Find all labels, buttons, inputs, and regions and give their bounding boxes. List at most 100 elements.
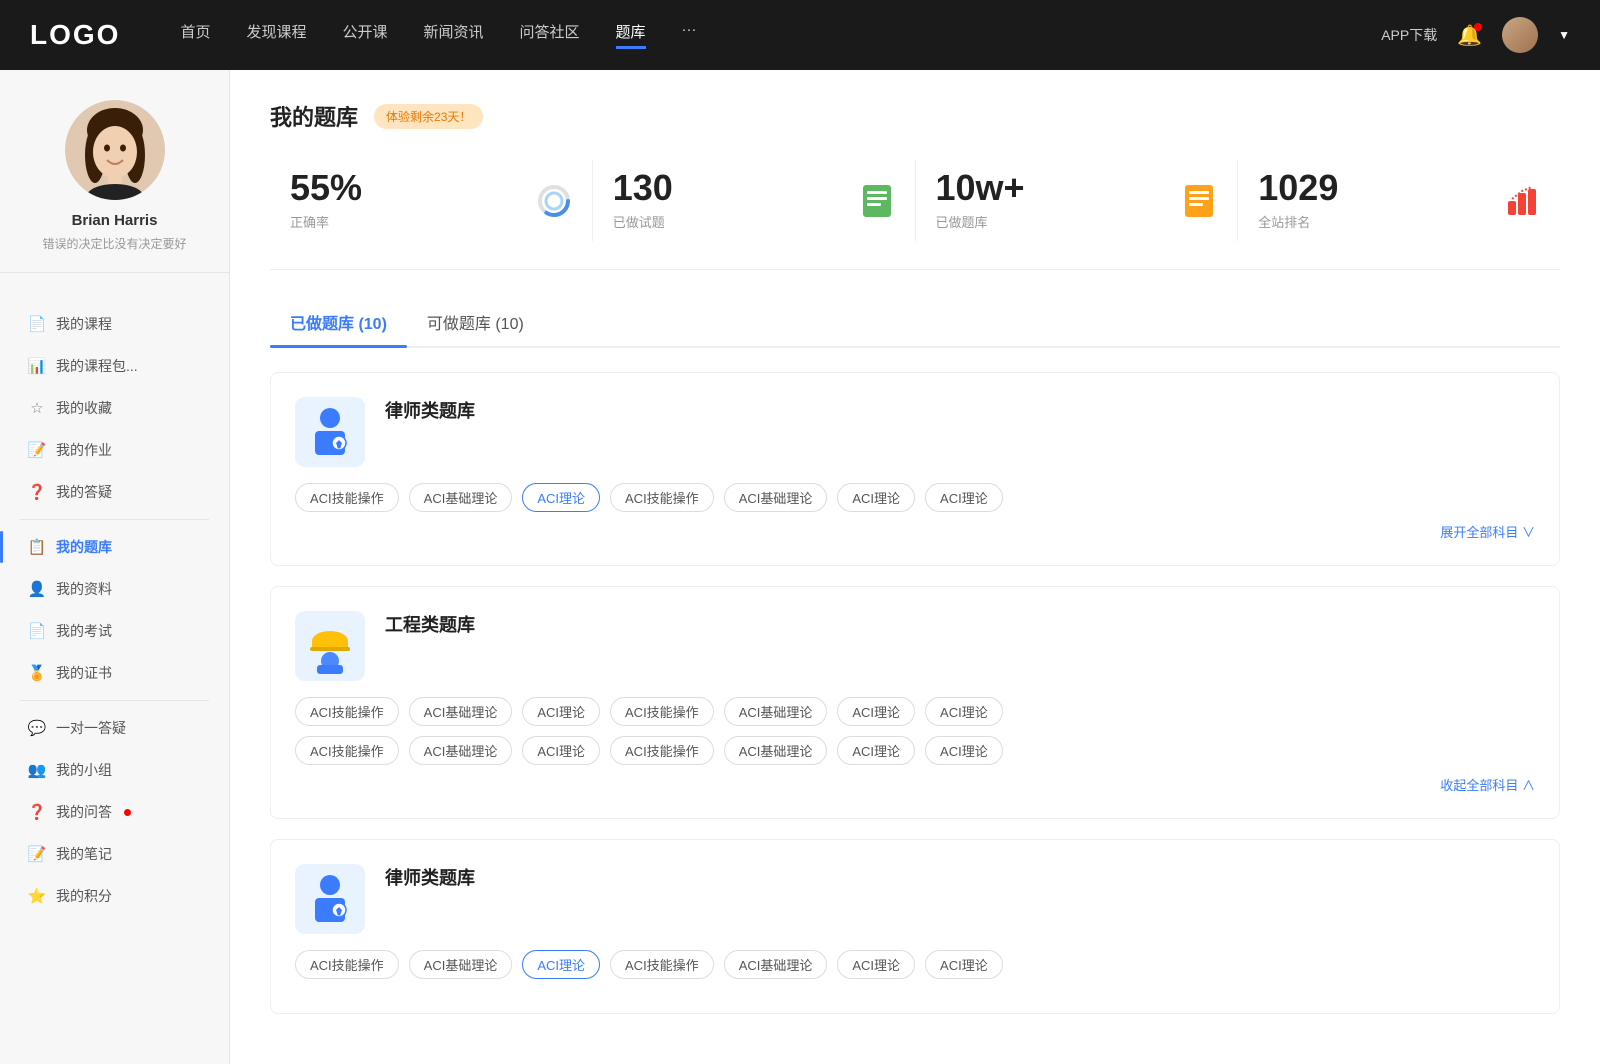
tag-3-3[interactable]: ACI技能操作 (610, 950, 714, 979)
profile-name: Brian Harris (72, 212, 158, 229)
sidebar-item-homework[interactable]: 📝 我的作业 (0, 429, 229, 471)
sidebar-item-exam[interactable]: 📄 我的考试 (0, 610, 229, 652)
tag-3-4[interactable]: ACI基础理论 (724, 950, 828, 979)
tag-1-5[interactable]: ACI理论 (837, 483, 915, 512)
bank-icon-engineer (295, 611, 365, 681)
sidebar-item-1on1[interactable]: 💬 一对一答疑 (0, 707, 229, 749)
tag-2-6[interactable]: ACI理论 (925, 697, 1003, 726)
notification-bell[interactable]: 🔔 (1457, 23, 1482, 48)
nav-home[interactable]: 首页 (180, 21, 210, 49)
app-download-link[interactable]: APP下载 (1381, 25, 1437, 45)
sidebar-item-label: 我的证书 (56, 663, 112, 683)
myqa-icon: ❓ (28, 803, 46, 821)
tag-2-5[interactable]: ACI理论 (837, 697, 915, 726)
group-icon: 👥 (28, 761, 46, 779)
collapse-link-2[interactable]: 收起全部科目 ∧ (295, 775, 1535, 794)
sidebar-item-favorites[interactable]: ☆ 我的收藏 (0, 387, 229, 429)
sidebar-item-questionbank[interactable]: 📋 我的题库 (0, 526, 229, 568)
tag-2b-4[interactable]: ACI基础理论 (724, 736, 828, 765)
tags-row-3: ACI技能操作 ACI基础理论 ACI理论 ACI技能操作 ACI基础理论 AC… (295, 950, 1535, 979)
stat-value: 130 (613, 170, 845, 206)
trial-badge: 体验剩余23天！ (374, 104, 483, 129)
tag-1-2[interactable]: ACI理论 (522, 483, 600, 512)
sidebar-item-label: 我的问答 (56, 802, 112, 822)
tag-2-0[interactable]: ACI技能操作 (295, 697, 399, 726)
sidebar-item-qa[interactable]: ❓ 我的答疑 (0, 471, 229, 513)
bank-card-header-3: 律师类题库 (295, 864, 1535, 934)
points-icon: ⭐ (28, 887, 46, 905)
sidebar-item-certificate[interactable]: 🏅 我的证书 (0, 652, 229, 694)
correct-rate-icon (536, 183, 572, 219)
tag-1-6[interactable]: ACI理论 (925, 483, 1003, 512)
sidebar-item-course[interactable]: 📄 我的课程 (0, 303, 229, 345)
nav-discover[interactable]: 发现课程 (246, 21, 306, 49)
tag-2-1[interactable]: ACI基础理论 (409, 697, 513, 726)
tag-3-6[interactable]: ACI理论 (925, 950, 1003, 979)
nav-links: 首页 发现课程 公开课 新闻资讯 问答社区 题库 ··· (180, 21, 1341, 49)
sidebar-item-profile[interactable]: 👤 我的资料 (0, 568, 229, 610)
tag-2b-0[interactable]: ACI技能操作 (295, 736, 399, 765)
tabs-row: 已做题库 (10) 可做题库 (10) (270, 302, 1560, 348)
nav-qa[interactable]: 问答社区 (520, 21, 580, 49)
questionbank-icon: 📋 (28, 538, 46, 556)
avatar[interactable] (1502, 17, 1538, 53)
tag-2b-2[interactable]: ACI理论 (522, 736, 600, 765)
stat-done-tests: 130 已做试题 (593, 160, 916, 241)
avatar-dropdown-arrow[interactable]: ▼ (1558, 28, 1570, 42)
tag-1-1[interactable]: ACI基础理论 (409, 483, 513, 512)
tag-2b-3[interactable]: ACI技能操作 (610, 736, 714, 765)
tag-3-1[interactable]: ACI基础理论 (409, 950, 513, 979)
stat-text: 1029 全站排名 (1258, 170, 1490, 231)
tag-3-5[interactable]: ACI理论 (837, 950, 915, 979)
stat-label: 全站排名 (1258, 212, 1490, 231)
exam-icon: 📄 (28, 622, 46, 640)
sidebar-item-myqa[interactable]: ❓ 我的问答 (0, 791, 229, 833)
certificate-icon: 🏅 (28, 664, 46, 682)
sidebar-item-label: 我的题库 (56, 537, 112, 557)
bank-card-header-2: 工程类题库 (295, 611, 1535, 681)
tag-3-2[interactable]: ACI理论 (522, 950, 600, 979)
tab-done[interactable]: 已做题库 (10) (270, 302, 407, 346)
stat-text: 10w+ 已做题库 (936, 170, 1168, 231)
sidebar-item-label: 一对一答疑 (56, 718, 126, 738)
tab-available[interactable]: 可做题库 (10) (407, 302, 544, 346)
stat-text: 55% 正确率 (290, 170, 522, 231)
engineer-svg (305, 619, 355, 674)
sidebar-item-label: 我的课程 (56, 314, 112, 334)
expand-link-1[interactable]: 展开全部科目 ∨ (295, 522, 1535, 541)
tags-row-1: ACI技能操作 ACI基础理论 ACI理论 ACI技能操作 ACI基础理论 AC… (295, 483, 1535, 512)
tag-2b-5[interactable]: ACI理论 (837, 736, 915, 765)
sidebar-item-notes[interactable]: 📝 我的笔记 (0, 833, 229, 875)
sidebar-item-coursepackage[interactable]: 📊 我的课程包... (0, 345, 229, 387)
logo: LOGO (30, 19, 120, 51)
tag-2-2[interactable]: ACI理论 (522, 697, 600, 726)
tag-1-3[interactable]: ACI技能操作 (610, 483, 714, 512)
bank-card-3: 律师类题库 ACI技能操作 ACI基础理论 ACI理论 ACI技能操作 ACI基… (270, 839, 1560, 1014)
tag-2b-6[interactable]: ACI理论 (925, 736, 1003, 765)
course-icon: 📄 (28, 315, 46, 333)
nav-questionbank[interactable]: 题库 (616, 21, 646, 49)
tag-2-4[interactable]: ACI基础理论 (724, 697, 828, 726)
page-layout: Brian Harris 错误的决定比没有决定要好 📄 我的课程 📊 我的课程包… (0, 70, 1600, 1064)
bank-icon-lawyer (295, 397, 365, 467)
notification-badge (1474, 23, 1482, 31)
stat-value: 10w+ (936, 170, 1168, 206)
sidebar-item-label: 我的笔记 (56, 844, 112, 864)
nav-opencourse[interactable]: 公开课 (342, 21, 387, 49)
sidebar-item-points[interactable]: ⭐ 我的积分 (0, 875, 229, 917)
rank-icon (1504, 183, 1540, 219)
tag-3-0[interactable]: ACI技能操作 (295, 950, 399, 979)
tag-2b-1[interactable]: ACI基础理论 (409, 736, 513, 765)
profile-avatar (65, 100, 165, 200)
tag-1-0[interactable]: ACI技能操作 (295, 483, 399, 512)
sidebar-item-group[interactable]: 👥 我的小组 (0, 749, 229, 791)
tag-2-3[interactable]: ACI技能操作 (610, 697, 714, 726)
nav-more[interactable]: ··· (682, 21, 697, 49)
profile-section: Brian Harris 错误的决定比没有决定要好 (0, 100, 229, 273)
favorites-icon: ☆ (28, 399, 46, 417)
tags-row-2a: ACI技能操作 ACI基础理论 ACI理论 ACI技能操作 ACI基础理论 AC… (295, 697, 1535, 726)
sidebar-menu: 📄 我的课程 📊 我的课程包... ☆ 我的收藏 📝 我的作业 ❓ 我的答疑 � (0, 293, 229, 927)
nav-news[interactable]: 新闻资讯 (424, 21, 484, 49)
tag-1-4[interactable]: ACI基础理论 (724, 483, 828, 512)
bank-card-header: 律师类题库 (295, 397, 1535, 467)
